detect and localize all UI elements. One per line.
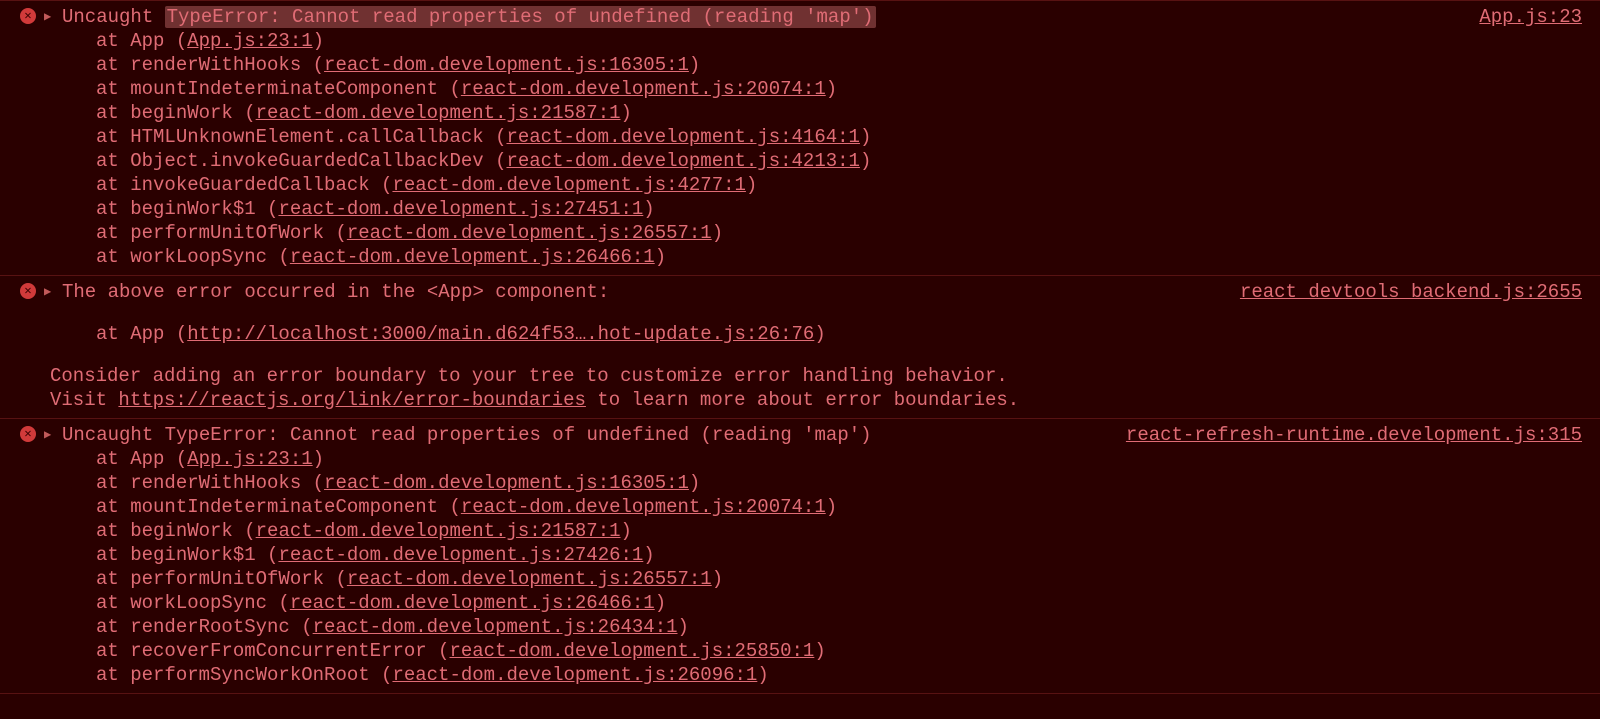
error-message: Uncaught TypeError: Cannot read properti… <box>62 423 1110 447</box>
stack-trace: at App (App.js:23:1)at renderWithHooks (… <box>0 447 1600 687</box>
stack-frame-link[interactable]: App.js:23:1 <box>187 448 312 470</box>
stack-frame: at HTMLUnknownElement.callCallback (reac… <box>96 125 1600 149</box>
stack-frame-link[interactable]: react-dom.development.js:25850:1 <box>449 640 814 662</box>
stack-frame-link[interactable]: react-dom.development.js:26096:1 <box>392 664 757 686</box>
source-link[interactable]: react-refresh-runtime.development.js:315 <box>1126 424 1582 446</box>
stack-frame: at App (App.js:23:1) <box>96 447 1600 471</box>
error-icon: ✕ <box>20 8 36 24</box>
stack-frame: at App (http://localhost:3000/main.d624f… <box>96 322 1600 346</box>
console-panel: ✕ ▶ Uncaught TypeError: Cannot read prop… <box>0 0 1600 694</box>
stack-frame: at renderWithHooks (react-dom.developmen… <box>96 53 1600 77</box>
stack-frame: at beginWork$1 (react-dom.development.js… <box>96 543 1600 567</box>
stack-frame: at renderRootSync (react-dom.development… <box>96 615 1600 639</box>
stack-frame-link[interactable]: react-dom.development.js:26557:1 <box>347 222 712 244</box>
stack-frame: at Object.invokeGuardedCallbackDev (reac… <box>96 149 1600 173</box>
stack-frame: at workLoopSync (react-dom.development.j… <box>96 591 1600 615</box>
docs-link[interactable]: https://reactjs.org/link/error-boundarie… <box>118 389 585 411</box>
console-error-entry: ✕ ▶ Uncaught TypeError: Cannot read prop… <box>0 419 1600 694</box>
stack-frame: at performUnitOfWork (react-dom.developm… <box>96 567 1600 591</box>
expand-toggle[interactable]: ▶ <box>44 423 62 442</box>
stack-frame: at performUnitOfWork (react-dom.developm… <box>96 221 1600 245</box>
stack-frame-link[interactable]: react-dom.development.js:27426:1 <box>278 544 643 566</box>
stack-frame-link[interactable]: react-dom.development.js:26466:1 <box>290 246 655 268</box>
stack-frame-link[interactable]: react-dom.development.js:21587:1 <box>256 520 621 542</box>
stack-frame-link[interactable]: react-dom.development.js:26557:1 <box>347 568 712 590</box>
stack-frame: at App (App.js:23:1) <box>96 29 1600 53</box>
stack-frame-link[interactable]: react-dom.development.js:16305:1 <box>324 54 689 76</box>
stack-frame-link[interactable]: react-dom.development.js:27451:1 <box>278 198 643 220</box>
stack-frame-link[interactable]: App.js:23:1 <box>187 30 312 52</box>
stack-frame: at mountIndeterminateComponent (react-do… <box>96 77 1600 101</box>
stack-frame-link[interactable]: http://localhost:3000/main.d624f53….hot-… <box>187 323 814 345</box>
stack-frame-link[interactable]: react-dom.development.js:20074:1 <box>461 78 826 100</box>
expand-toggle[interactable]: ▶ <box>44 5 62 24</box>
console-error-entry: ✕ ▶ Uncaught TypeError: Cannot read prop… <box>0 0 1600 276</box>
stack-frame: at performSyncWorkOnRoot (react-dom.deve… <box>96 663 1600 687</box>
stack-frame-link[interactable]: react-dom.development.js:4213:1 <box>506 150 859 172</box>
stack-frame: at invokeGuardedCallback (react-dom.deve… <box>96 173 1600 197</box>
stack-frame: at beginWork$1 (react-dom.development.js… <box>96 197 1600 221</box>
error-icon: ✕ <box>20 283 36 299</box>
error-hint: Consider adding an error boundary to you… <box>0 346 1600 388</box>
stack-frame: at mountIndeterminateComponent (react-do… <box>96 495 1600 519</box>
error-message: The above error occurred in the <App> co… <box>62 280 1224 304</box>
stack-frame-link[interactable]: react-dom.development.js:21587:1 <box>256 102 621 124</box>
stack-frame: at recoverFromConcurrentError (react-dom… <box>96 639 1600 663</box>
error-icon: ✕ <box>20 426 36 442</box>
stack-frame: at beginWork (react-dom.development.js:2… <box>96 101 1600 125</box>
source-link[interactable]: App.js:23 <box>1479 6 1582 28</box>
stack-trace: at App (http://localhost:3000/main.d624f… <box>0 304 1600 346</box>
stack-frame: at renderWithHooks (react-dom.developmen… <box>96 471 1600 495</box>
stack-frame-link[interactable]: react-dom.development.js:4164:1 <box>506 126 859 148</box>
stack-frame: at beginWork (react-dom.development.js:2… <box>96 519 1600 543</box>
stack-frame-link[interactable]: react-dom.development.js:20074:1 <box>461 496 826 518</box>
stack-trace: at App (App.js:23:1)at renderWithHooks (… <box>0 29 1600 269</box>
console-error-entry: ✕ ▶ The above error occurred in the <App… <box>0 276 1600 419</box>
stack-frame-link[interactable]: react-dom.development.js:26466:1 <box>290 592 655 614</box>
error-message: Uncaught TypeError: Cannot read properti… <box>62 5 1463 29</box>
stack-frame-link[interactable]: react-dom.development.js:16305:1 <box>324 472 689 494</box>
stack-frame: at workLoopSync (react-dom.development.j… <box>96 245 1600 269</box>
error-hint: Visit https://reactjs.org/link/error-bou… <box>0 388 1600 412</box>
stack-frame-link[interactable]: react-dom.development.js:4277:1 <box>392 174 745 196</box>
stack-frame-link[interactable]: react-dom.development.js:26434:1 <box>313 616 678 638</box>
expand-toggle[interactable]: ▶ <box>44 280 62 299</box>
source-link[interactable]: react_devtools_backend.js:2655 <box>1240 281 1582 303</box>
